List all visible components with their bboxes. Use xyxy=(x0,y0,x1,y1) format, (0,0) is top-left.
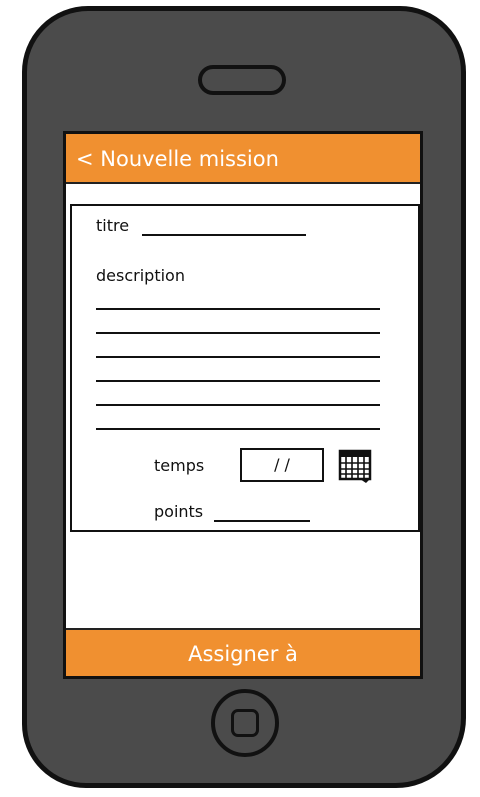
description-line xyxy=(96,380,380,382)
description-line xyxy=(96,404,380,406)
phone-frame: < Nouvelle mission titre description tem… xyxy=(22,6,466,788)
back-button-nouvelle-mission[interactable]: < Nouvelle mission xyxy=(66,134,420,184)
home-icon xyxy=(231,709,259,737)
page-title: < Nouvelle mission xyxy=(76,147,279,171)
description-line xyxy=(96,356,380,358)
title-label: titre xyxy=(96,216,130,235)
home-button[interactable] xyxy=(211,689,279,757)
points-label: points xyxy=(154,502,204,521)
speaker-slot xyxy=(198,65,286,95)
description-line xyxy=(96,428,380,430)
assign-button[interactable]: Assigner à xyxy=(66,628,420,676)
time-label: temps xyxy=(154,456,205,475)
title-input[interactable] xyxy=(142,234,306,236)
points-input[interactable] xyxy=(214,520,310,522)
mission-form: titre description temps / / points xyxy=(70,204,420,532)
description-line xyxy=(96,332,380,334)
date-input[interactable]: / / xyxy=(240,448,324,482)
description-label: description xyxy=(96,266,185,285)
screen: < Nouvelle mission titre description tem… xyxy=(63,131,423,679)
assign-button-label: Assigner à xyxy=(188,642,298,666)
header-gap xyxy=(66,184,420,204)
description-line xyxy=(96,308,380,310)
calendar-icon[interactable] xyxy=(338,448,374,484)
